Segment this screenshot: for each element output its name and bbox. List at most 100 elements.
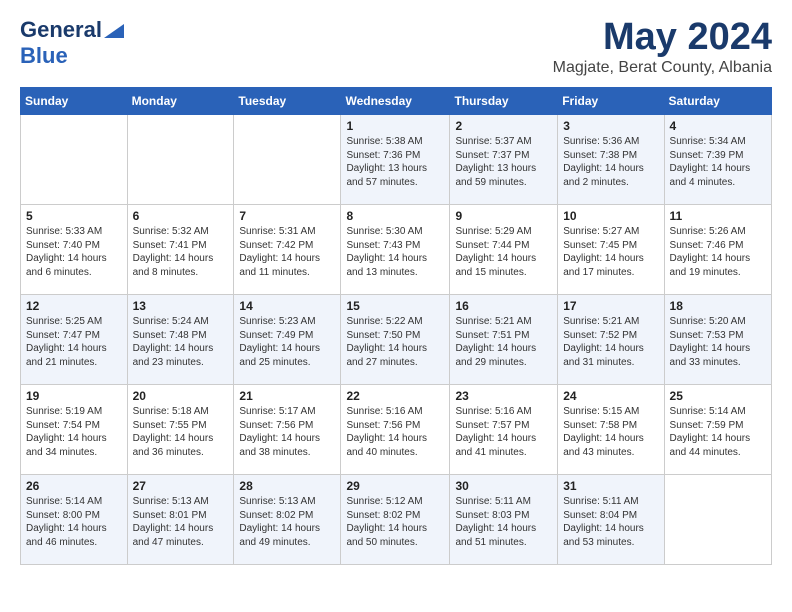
day-cell: 8 Sunrise: 5:30 AMSunset: 7:43 PMDayligh… <box>341 205 450 295</box>
day-cell: 6 Sunrise: 5:32 AMSunset: 7:41 PMDayligh… <box>127 205 234 295</box>
day-cell: 12 Sunrise: 5:25 AMSunset: 7:47 PMDaylig… <box>21 295 128 385</box>
day-info: Sunrise: 5:18 AMSunset: 7:55 PMDaylight:… <box>133 405 229 459</box>
day-cell: 20 Sunrise: 5:18 AMSunset: 7:55 PMDaylig… <box>127 385 234 475</box>
day-number: 6 <box>133 209 229 223</box>
day-info: Sunrise: 5:32 AMSunset: 7:41 PMDaylight:… <box>133 225 229 279</box>
calendar-body: 1 Sunrise: 5:38 AMSunset: 7:36 PMDayligh… <box>21 115 772 565</box>
week-row-4: 19 Sunrise: 5:19 AMSunset: 7:54 PMDaylig… <box>21 385 772 475</box>
day-cell: 30 Sunrise: 5:11 AMSunset: 8:03 PMDaylig… <box>450 475 558 565</box>
day-cell: 19 Sunrise: 5:19 AMSunset: 7:54 PMDaylig… <box>21 385 128 475</box>
logo: General Blue <box>20 16 124 69</box>
day-cell: 26 Sunrise: 5:14 AMSunset: 8:00 PMDaylig… <box>21 475 128 565</box>
day-number: 30 <box>455 479 552 493</box>
day-info: Sunrise: 5:23 AMSunset: 7:49 PMDaylight:… <box>239 315 335 369</box>
weekday-saturday: Saturday <box>664 88 771 115</box>
week-row-3: 12 Sunrise: 5:25 AMSunset: 7:47 PMDaylig… <box>21 295 772 385</box>
day-info: Sunrise: 5:31 AMSunset: 7:42 PMDaylight:… <box>239 225 335 279</box>
day-info: Sunrise: 5:15 AMSunset: 7:58 PMDaylight:… <box>563 405 658 459</box>
day-number: 9 <box>455 209 552 223</box>
day-cell: 1 Sunrise: 5:38 AMSunset: 7:36 PMDayligh… <box>341 115 450 205</box>
day-cell: 28 Sunrise: 5:13 AMSunset: 8:02 PMDaylig… <box>234 475 341 565</box>
day-number: 28 <box>239 479 335 493</box>
day-number: 10 <box>563 209 658 223</box>
day-info: Sunrise: 5:11 AMSunset: 8:03 PMDaylight:… <box>455 495 552 549</box>
day-info: Sunrise: 5:13 AMSunset: 8:02 PMDaylight:… <box>239 495 335 549</box>
day-number: 25 <box>670 389 766 403</box>
day-cell: 10 Sunrise: 5:27 AMSunset: 7:45 PMDaylig… <box>558 205 664 295</box>
day-number: 11 <box>670 209 766 223</box>
day-number: 19 <box>26 389 122 403</box>
day-info: Sunrise: 5:11 AMSunset: 8:04 PMDaylight:… <box>563 495 658 549</box>
weekday-header-row: SundayMondayTuesdayWednesdayThursdayFrid… <box>21 88 772 115</box>
day-cell: 21 Sunrise: 5:17 AMSunset: 7:56 PMDaylig… <box>234 385 341 475</box>
day-number: 17 <box>563 299 658 313</box>
day-cell: 11 Sunrise: 5:26 AMSunset: 7:46 PMDaylig… <box>664 205 771 295</box>
day-number: 22 <box>346 389 444 403</box>
weekday-tuesday: Tuesday <box>234 88 341 115</box>
day-info: Sunrise: 5:30 AMSunset: 7:43 PMDaylight:… <box>346 225 444 279</box>
weekday-wednesday: Wednesday <box>341 88 450 115</box>
day-info: Sunrise: 5:36 AMSunset: 7:38 PMDaylight:… <box>563 135 658 189</box>
day-info: Sunrise: 5:12 AMSunset: 8:02 PMDaylight:… <box>346 495 444 549</box>
day-cell: 17 Sunrise: 5:21 AMSunset: 7:52 PMDaylig… <box>558 295 664 385</box>
day-info: Sunrise: 5:26 AMSunset: 7:46 PMDaylight:… <box>670 225 766 279</box>
day-info: Sunrise: 5:29 AMSunset: 7:44 PMDaylight:… <box>455 225 552 279</box>
day-cell <box>21 115 128 205</box>
day-info: Sunrise: 5:38 AMSunset: 7:36 PMDaylight:… <box>346 135 444 189</box>
day-cell: 14 Sunrise: 5:23 AMSunset: 7:49 PMDaylig… <box>234 295 341 385</box>
day-cell: 18 Sunrise: 5:20 AMSunset: 7:53 PMDaylig… <box>664 295 771 385</box>
day-info: Sunrise: 5:16 AMSunset: 7:56 PMDaylight:… <box>346 405 444 459</box>
day-cell: 13 Sunrise: 5:24 AMSunset: 7:48 PMDaylig… <box>127 295 234 385</box>
day-number: 5 <box>26 209 122 223</box>
day-info: Sunrise: 5:17 AMSunset: 7:56 PMDaylight:… <box>239 405 335 459</box>
day-number: 18 <box>670 299 766 313</box>
day-number: 29 <box>346 479 444 493</box>
day-info: Sunrise: 5:33 AMSunset: 7:40 PMDaylight:… <box>26 225 122 279</box>
day-number: 23 <box>455 389 552 403</box>
day-info: Sunrise: 5:21 AMSunset: 7:52 PMDaylight:… <box>563 315 658 369</box>
weekday-monday: Monday <box>127 88 234 115</box>
day-number: 13 <box>133 299 229 313</box>
day-cell: 15 Sunrise: 5:22 AMSunset: 7:50 PMDaylig… <box>341 295 450 385</box>
day-number: 12 <box>26 299 122 313</box>
day-info: Sunrise: 5:20 AMSunset: 7:53 PMDaylight:… <box>670 315 766 369</box>
title-block: May 2024 Magjate, Berat County, Albania <box>553 16 772 77</box>
day-cell: 22 Sunrise: 5:16 AMSunset: 7:56 PMDaylig… <box>341 385 450 475</box>
week-row-2: 5 Sunrise: 5:33 AMSunset: 7:40 PMDayligh… <box>21 205 772 295</box>
page-header: General Blue May 2024 Magjate, Berat Cou… <box>20 16 772 77</box>
day-number: 2 <box>455 119 552 133</box>
day-cell <box>234 115 341 205</box>
day-number: 15 <box>346 299 444 313</box>
week-row-5: 26 Sunrise: 5:14 AMSunset: 8:00 PMDaylig… <box>21 475 772 565</box>
day-cell: 31 Sunrise: 5:11 AMSunset: 8:04 PMDaylig… <box>558 475 664 565</box>
day-info: Sunrise: 5:24 AMSunset: 7:48 PMDaylight:… <box>133 315 229 369</box>
logo-general: General <box>20 17 102 43</box>
day-cell: 2 Sunrise: 5:37 AMSunset: 7:37 PMDayligh… <box>450 115 558 205</box>
day-number: 31 <box>563 479 658 493</box>
day-info: Sunrise: 5:34 AMSunset: 7:39 PMDaylight:… <box>670 135 766 189</box>
day-cell: 24 Sunrise: 5:15 AMSunset: 7:58 PMDaylig… <box>558 385 664 475</box>
day-info: Sunrise: 5:37 AMSunset: 7:37 PMDaylight:… <box>455 135 552 189</box>
day-number: 3 <box>563 119 658 133</box>
day-number: 7 <box>239 209 335 223</box>
month-title: May 2024 <box>553 16 772 59</box>
day-number: 8 <box>346 209 444 223</box>
day-cell <box>664 475 771 565</box>
day-number: 21 <box>239 389 335 403</box>
day-number: 16 <box>455 299 552 313</box>
weekday-friday: Friday <box>558 88 664 115</box>
day-cell: 16 Sunrise: 5:21 AMSunset: 7:51 PMDaylig… <box>450 295 558 385</box>
day-cell: 9 Sunrise: 5:29 AMSunset: 7:44 PMDayligh… <box>450 205 558 295</box>
day-cell <box>127 115 234 205</box>
day-number: 1 <box>346 119 444 133</box>
location-title: Magjate, Berat County, Albania <box>553 59 772 77</box>
day-number: 24 <box>563 389 658 403</box>
day-number: 26 <box>26 479 122 493</box>
day-cell: 23 Sunrise: 5:16 AMSunset: 7:57 PMDaylig… <box>450 385 558 475</box>
weekday-thursday: Thursday <box>450 88 558 115</box>
day-cell: 4 Sunrise: 5:34 AMSunset: 7:39 PMDayligh… <box>664 115 771 205</box>
logo-icon <box>104 16 124 38</box>
day-number: 14 <box>239 299 335 313</box>
day-number: 4 <box>670 119 766 133</box>
day-cell: 7 Sunrise: 5:31 AMSunset: 7:42 PMDayligh… <box>234 205 341 295</box>
